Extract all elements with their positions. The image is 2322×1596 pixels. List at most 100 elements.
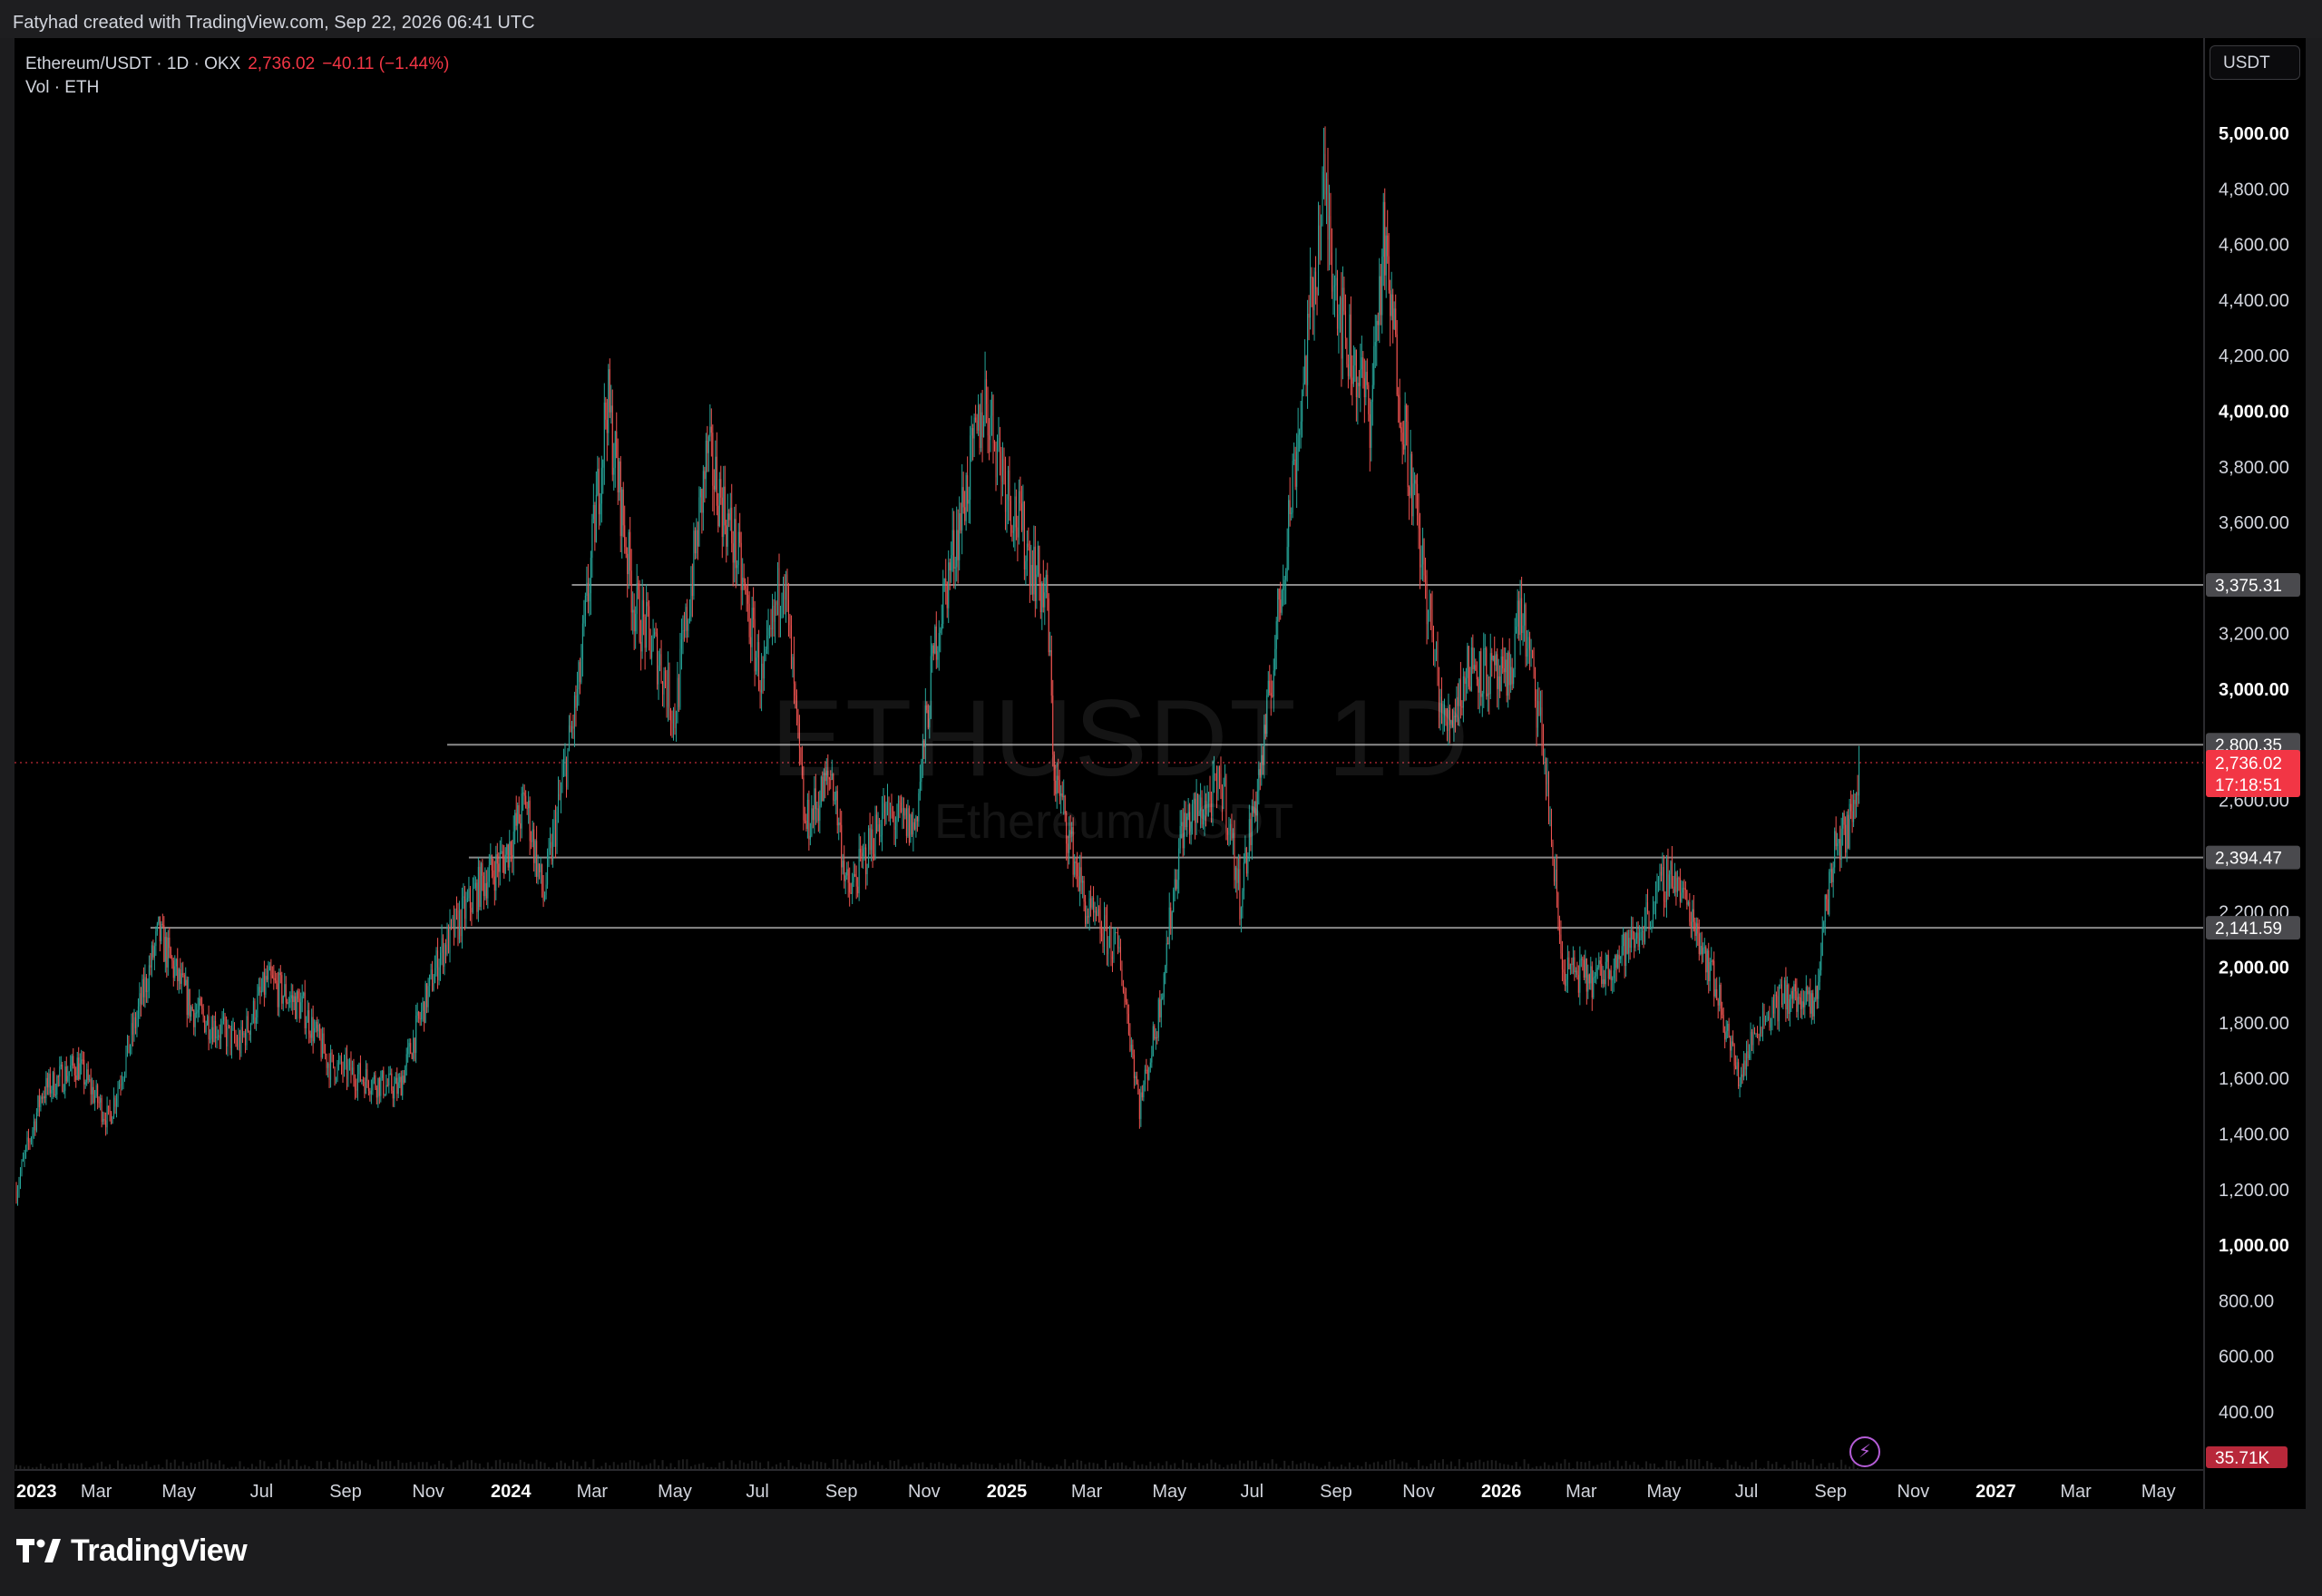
candle	[1489, 633, 1491, 699]
candle	[1796, 978, 1798, 1018]
volume-bar	[612, 1462, 615, 1470]
candle-body	[841, 824, 843, 868]
candle	[715, 440, 717, 492]
candle-body	[441, 938, 443, 953]
candle	[1564, 959, 1566, 991]
candle	[1553, 858, 1555, 886]
candle	[751, 596, 753, 662]
candle-body	[484, 882, 486, 897]
candle-body	[1407, 421, 1409, 488]
candle	[56, 1075, 58, 1100]
candle	[427, 978, 429, 1013]
candle-body	[1406, 404, 1408, 422]
candle	[479, 860, 481, 910]
candle	[809, 822, 811, 846]
candle-body	[457, 910, 459, 939]
candle-body	[1804, 1002, 1806, 1007]
candle	[67, 1066, 69, 1083]
candle-body	[1629, 938, 1631, 949]
candle-body	[710, 426, 712, 433]
candle-body	[1390, 294, 1392, 316]
candle	[114, 1095, 116, 1114]
candle-body	[572, 725, 574, 729]
lightning-icon[interactable]: ⚡	[1849, 1436, 1880, 1467]
candle-body	[327, 1063, 329, 1068]
candle-body	[300, 1002, 302, 1019]
candle	[545, 871, 547, 900]
candle-body	[1695, 923, 1697, 937]
candle-body	[539, 863, 541, 872]
volume-bar	[507, 1462, 510, 1470]
candle	[1091, 896, 1093, 910]
candle	[576, 671, 578, 711]
candle-body	[1692, 909, 1693, 929]
candle-body	[1352, 365, 1354, 384]
candle	[1722, 1007, 1724, 1034]
candle-body	[139, 993, 141, 1007]
candle-body	[1636, 932, 1638, 939]
candle-body	[907, 808, 909, 836]
currency-button[interactable]: USDT	[2210, 45, 2300, 80]
candle-body	[1244, 847, 1246, 863]
candle-body	[946, 581, 948, 608]
candle	[1121, 960, 1123, 987]
candle	[1245, 846, 1247, 877]
candle-body	[1077, 863, 1078, 877]
volume-bar	[1734, 1461, 1737, 1470]
candle-body	[218, 1035, 220, 1037]
candle-body	[1470, 647, 1472, 691]
candle	[1361, 336, 1362, 378]
candle-body	[1310, 277, 1312, 318]
candle	[934, 624, 936, 655]
candle-body	[1133, 1055, 1135, 1079]
candle	[405, 1047, 407, 1076]
candle-body	[666, 686, 668, 707]
candle	[935, 611, 937, 669]
candle	[1695, 917, 1697, 948]
candle-body	[1099, 910, 1101, 934]
candle	[1307, 299, 1309, 409]
candle-body	[1010, 501, 1011, 527]
volume-bar	[1263, 1462, 1265, 1470]
candle	[1137, 1079, 1139, 1095]
volume-bar	[55, 1464, 58, 1470]
candle	[287, 998, 288, 1005]
candle	[381, 1069, 383, 1081]
volume-bar	[117, 1460, 120, 1470]
candle	[759, 679, 761, 709]
candle	[1285, 568, 1287, 605]
candle-body	[1505, 659, 1507, 673]
candle	[496, 842, 498, 878]
candle-body	[640, 641, 642, 652]
candle	[1141, 1085, 1143, 1101]
volume-bar	[543, 1463, 546, 1470]
candle	[1088, 890, 1090, 931]
candle	[15, 1182, 17, 1204]
candle-body	[873, 853, 875, 858]
candle-body	[1159, 999, 1161, 1017]
candle	[1546, 757, 1548, 797]
candle-body	[1119, 947, 1121, 970]
candle	[383, 1066, 385, 1099]
candle	[1103, 901, 1106, 956]
candle	[30, 1136, 32, 1145]
candle-body	[1467, 646, 1468, 678]
candle-body	[565, 758, 568, 787]
tradingview-logo[interactable]: TradingView	[16, 1533, 248, 1569]
candle-body	[126, 1036, 129, 1053]
candle	[180, 962, 182, 994]
candle-body	[200, 998, 201, 1006]
candle	[756, 634, 758, 676]
candle	[746, 585, 747, 612]
candle	[1426, 569, 1428, 645]
volume-bar	[165, 1459, 168, 1470]
candle-body	[265, 976, 267, 995]
candle	[301, 984, 303, 1013]
candle-body	[1513, 669, 1515, 685]
volume-bar	[1487, 1460, 1489, 1470]
symbol-title[interactable]: Ethereum/USDT · 1D · OKX	[25, 54, 240, 73]
candle	[544, 891, 546, 902]
candle	[308, 1002, 310, 1044]
volume-legend[interactable]: Vol · ETH	[25, 76, 449, 100]
candle	[1472, 634, 1474, 674]
